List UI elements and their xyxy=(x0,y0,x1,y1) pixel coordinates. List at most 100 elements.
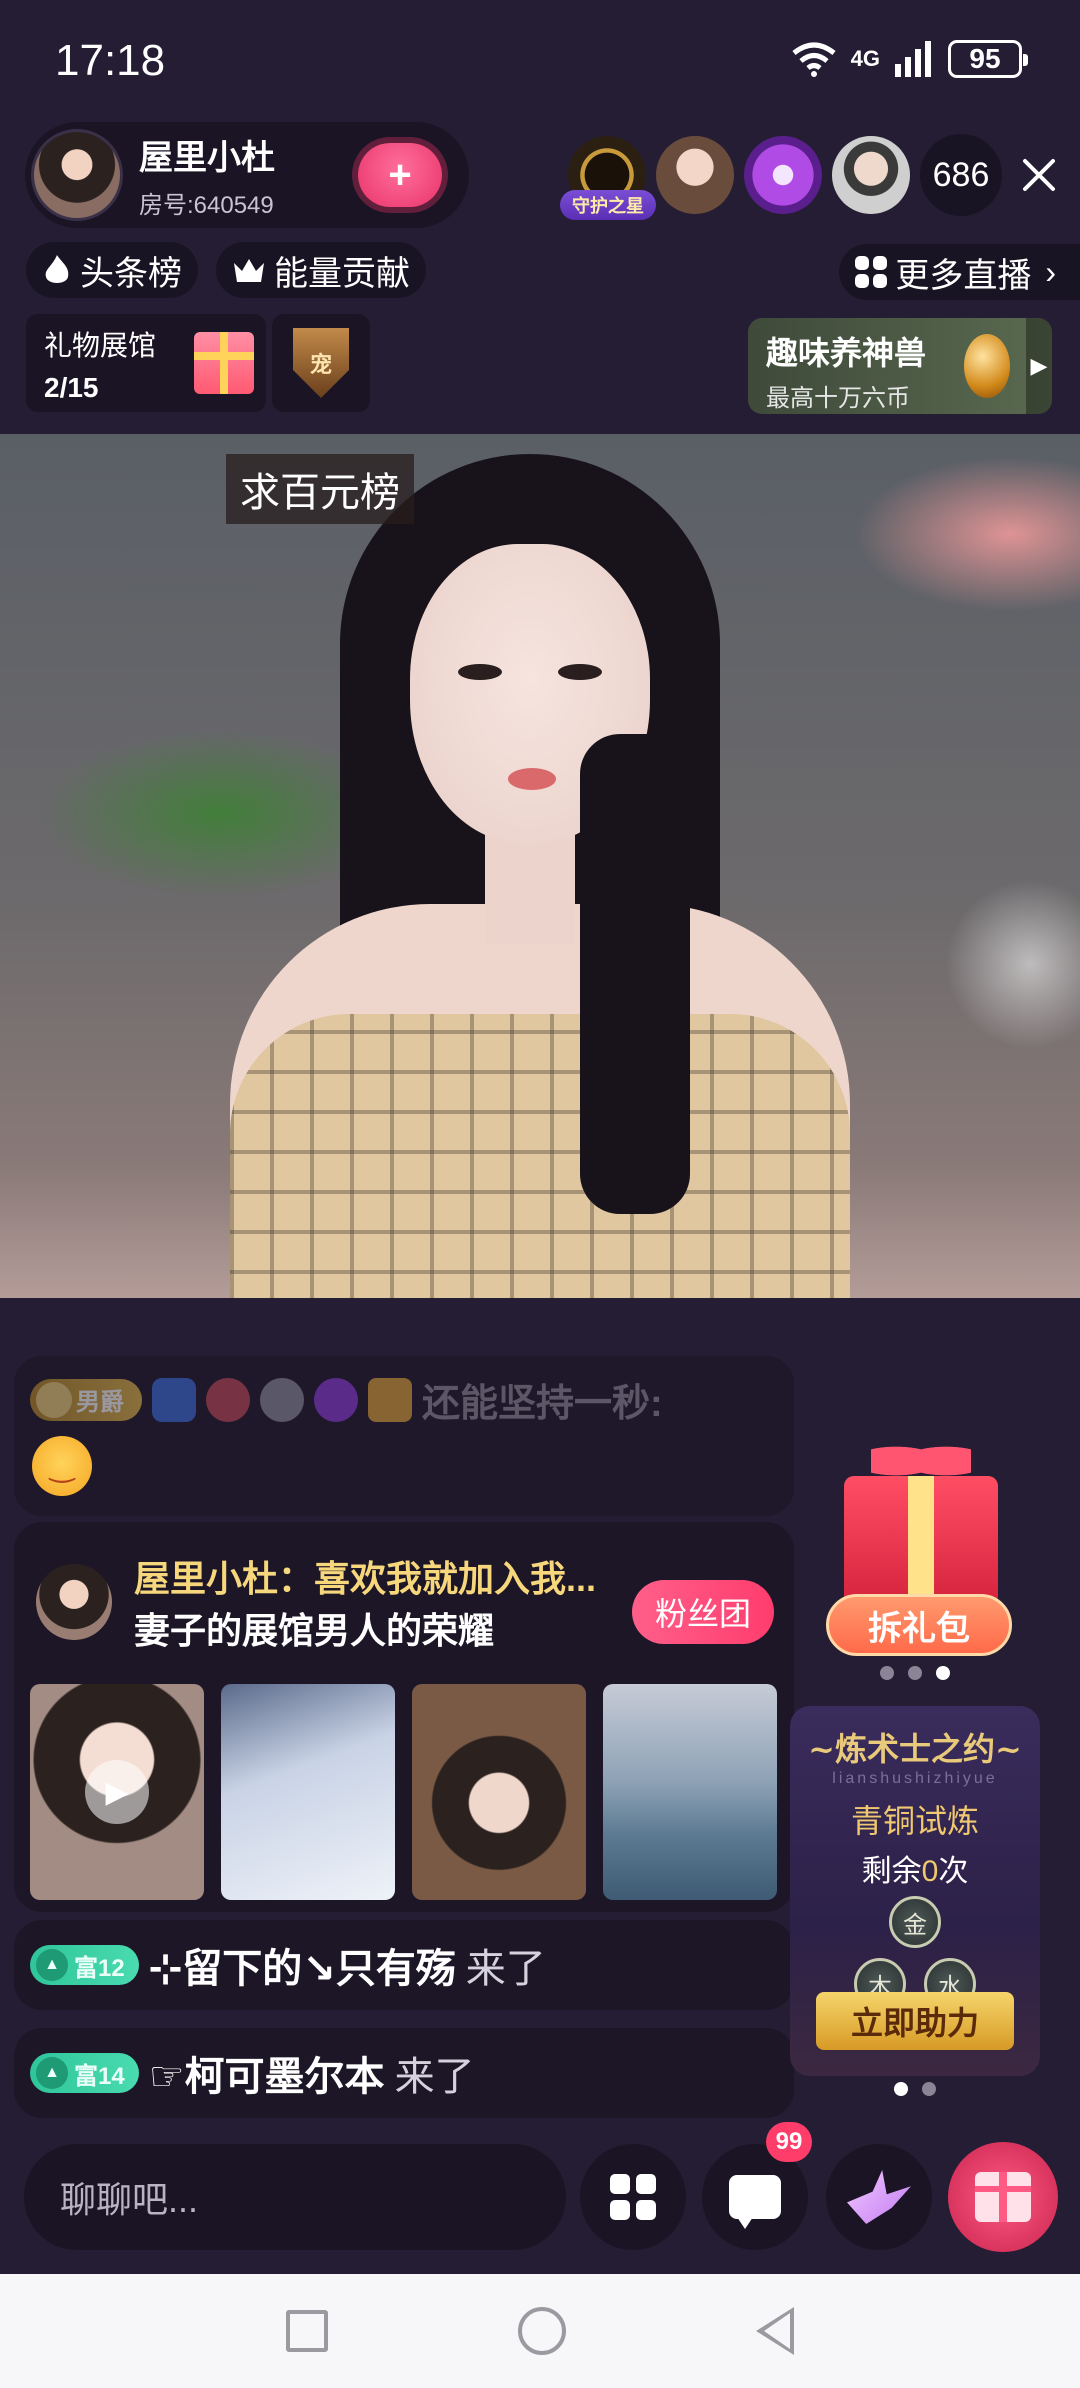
streamer-video-image xyxy=(230,434,850,1298)
more-live-label: 更多直播 xyxy=(895,256,1032,295)
paper-crane-button[interactable] xyxy=(826,2144,932,2250)
viewer-avatar[interactable] xyxy=(744,136,822,214)
gift-pack-widget[interactable]: 拆礼包 xyxy=(826,1436,1016,1656)
image-thumbnail[interactable] xyxy=(221,1684,395,1900)
energy-contribution-button[interactable]: 能量贡献 xyxy=(216,242,426,298)
alchemy-event-widget[interactable]: ~炼术士之约~ lianshushizhiyue 青铜试炼 剩余0次 金 木 水… xyxy=(790,1706,1040,2076)
unpack-gift-button[interactable]: 拆礼包 xyxy=(826,1594,1012,1656)
video-thumbnail[interactable]: ▶ xyxy=(30,1684,204,1900)
gift-icon xyxy=(975,2172,1031,2222)
flame-icon xyxy=(45,255,69,283)
viewer-list: 守护之星 686 xyxy=(560,134,1066,220)
carousel-dots xyxy=(894,2082,936,2096)
chat-message: 男爵 还能坚持一秒: ‿ xyxy=(14,1356,794,1516)
viewer-avatar[interactable]: 守护之星 xyxy=(560,136,656,220)
viewer-avatar[interactable] xyxy=(656,136,734,214)
share-avatar xyxy=(36,1564,112,1640)
home-icon[interactable] xyxy=(518,2307,566,2355)
play-icon: ▶ xyxy=(85,1760,149,1824)
chat-enter-message: 富14 ☞柯可墨尔本 来了 xyxy=(14,2028,794,2118)
smile-emoji-icon: ‿ xyxy=(32,1436,92,1496)
star-badge-icon xyxy=(260,1377,304,1422)
headline-rank-button[interactable]: 头条榜 xyxy=(26,242,198,298)
status-bar: 17:18 4G 95 xyxy=(0,0,1080,120)
alchemy-subtitle: lianshushizhiyue xyxy=(832,1770,998,1787)
gift-box-icon xyxy=(844,1476,998,1606)
golden-egg-icon xyxy=(964,334,1010,398)
network-label: 4G xyxy=(850,46,880,71)
metal-rune-icon: 金 xyxy=(889,1896,941,1948)
gift-hall-widget[interactable]: 礼物展馆 2/15 xyxy=(26,314,266,412)
vip-badge-icon xyxy=(314,1377,358,1422)
battery-icon: 95 xyxy=(948,40,1028,78)
back-icon[interactable] xyxy=(756,2307,794,2355)
live-video[interactable]: 求百元榜 xyxy=(0,434,1080,1298)
grid-icon xyxy=(610,2174,656,2220)
carousel-dot[interactable] xyxy=(880,1666,894,1680)
host-avatar[interactable] xyxy=(31,129,123,221)
chat-enter-message: 富12 ⊹留下的↘只有殇 来了 xyxy=(14,1920,794,2010)
host-info: 屋里小杜 房号:640549 xyxy=(139,130,275,220)
chat-input[interactable]: 聊聊吧... xyxy=(24,2144,566,2250)
gift-box-icon xyxy=(194,332,254,394)
wealth-level-badge: 富14 xyxy=(30,2053,139,2093)
guard-star-badge: 守护之星 xyxy=(560,190,656,220)
level-badge-icon xyxy=(152,1377,196,1422)
energy-contribution-label: 能量贡献 xyxy=(274,254,410,293)
carousel-dots xyxy=(880,1666,950,1680)
unread-badge: 99 xyxy=(766,2122,812,2162)
paper-crane-icon xyxy=(847,2170,911,2224)
host-share-card[interactable]: 屋里小杜：喜欢我就加入我... 妻子的展馆男人的荣耀 粉丝团 ▶ xyxy=(14,1522,794,1912)
beast-game-banner[interactable]: 趣味养神兽 最高十万六币 ▶ xyxy=(748,318,1052,414)
pet-shield-icon: 宠 xyxy=(293,328,349,398)
close-button[interactable] xyxy=(1012,148,1066,202)
share-subtitle: 妻子的展馆男人的荣耀 xyxy=(134,1610,495,1651)
enter-suffix: 来了 xyxy=(394,2055,475,2099)
system-nav-bar xyxy=(0,2274,1080,2388)
chevron-right-icon: › xyxy=(1045,253,1056,290)
host-room-number: 房号:640549 xyxy=(139,192,274,219)
enter-suffix: 来了 xyxy=(465,1947,546,1991)
viewer-count[interactable]: 686 xyxy=(920,134,1002,216)
carousel-dot-active[interactable] xyxy=(894,2082,908,2096)
faded-badge-row: 男爵 还能坚持一秒: xyxy=(30,1372,663,1427)
share-title: 屋里小杜：喜欢我就加入我... xyxy=(134,1558,597,1599)
share-thumbnails: ▶ xyxy=(30,1684,777,1900)
assist-now-button[interactable]: 立即助力 xyxy=(816,1992,1014,2050)
carousel-dot[interactable] xyxy=(922,2082,936,2096)
rank-badge-icon xyxy=(206,1377,250,1422)
close-icon xyxy=(1023,159,1055,191)
faded-message-text: 还能坚持一秒: xyxy=(422,1383,663,1425)
signal-icon xyxy=(895,41,931,77)
video-caption: 求百元榜 xyxy=(226,454,414,524)
host-card[interactable]: 屋里小杜 房号:640549 + xyxy=(25,122,469,228)
carousel-dot-active[interactable] xyxy=(936,1666,950,1680)
more-live-button[interactable]: 更多直播 › xyxy=(839,244,1080,300)
enter-user-name[interactable]: ⊹留下的↘只有殇 xyxy=(149,1936,456,1994)
enter-user-name[interactable]: ☞柯可墨尔本 xyxy=(149,2044,385,2102)
heart-plus-icon: + xyxy=(358,143,442,207)
headline-rank-label: 头条榜 xyxy=(80,254,182,293)
send-gift-button[interactable] xyxy=(948,2142,1058,2252)
status-icons: 4G 95 xyxy=(791,40,1028,78)
messages-button[interactable]: 99 xyxy=(702,2122,812,2250)
play-arrow-icon: ▶ xyxy=(1026,318,1052,414)
pet-badge-widget[interactable]: 宠 xyxy=(272,314,370,412)
alchemy-remaining: 剩余0次 xyxy=(861,1855,969,1888)
user-badge-icon xyxy=(368,1377,412,1422)
alchemy-title: ~炼术士之约~ xyxy=(808,1730,1022,1768)
host-name: 屋里小杜 xyxy=(139,139,275,177)
fan-club-button[interactable]: 粉丝团 xyxy=(632,1580,774,1644)
carousel-dot[interactable] xyxy=(908,1666,922,1680)
more-features-button[interactable] xyxy=(580,2144,686,2250)
recents-icon[interactable] xyxy=(286,2310,328,2352)
baron-badge: 男爵 xyxy=(30,1378,142,1421)
viewer-avatar[interactable] xyxy=(832,136,910,214)
image-thumbnail[interactable] xyxy=(603,1684,777,1900)
wealth-level-badge: 富12 xyxy=(30,1945,139,1985)
crown-icon xyxy=(234,259,264,282)
status-time: 17:18 xyxy=(55,36,166,85)
follow-button[interactable]: + xyxy=(345,137,455,213)
message-icon xyxy=(729,2175,781,2229)
image-thumbnail[interactable] xyxy=(412,1684,586,1900)
